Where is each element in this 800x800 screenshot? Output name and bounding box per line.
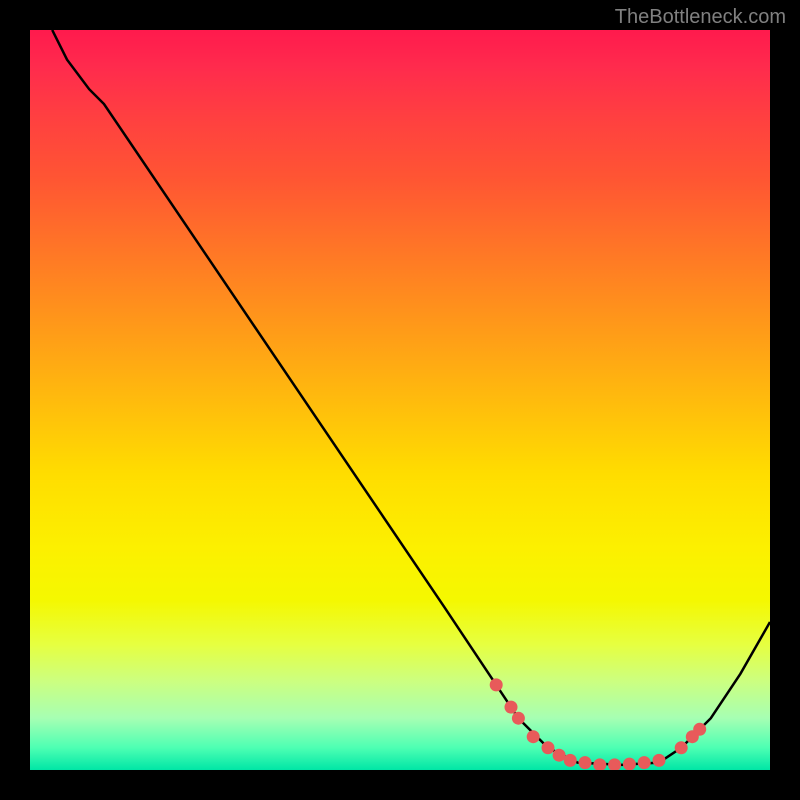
data-point [490,678,503,691]
data-point [579,756,592,769]
data-point [693,723,706,736]
chart-area [30,30,770,770]
chart-svg [30,30,770,770]
data-point [675,741,688,754]
data-point [593,758,606,770]
data-point [553,749,566,762]
data-point [564,754,577,767]
data-point [653,754,666,767]
bottleneck-curve [52,30,770,765]
data-point [505,701,518,714]
data-point [623,758,636,770]
data-point [527,730,540,743]
data-point [542,741,555,754]
data-point [512,712,525,725]
data-point [608,758,621,770]
data-point [638,756,651,769]
watermark-text: TheBottleneck.com [615,6,786,29]
